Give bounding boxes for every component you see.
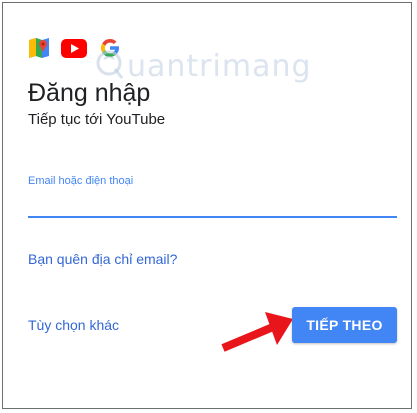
email-field-label: Email hoặc điện thoại bbox=[28, 175, 134, 187]
annotation-arrow-icon bbox=[221, 312, 293, 352]
email-input[interactable] bbox=[28, 193, 397, 215]
app-icons-row bbox=[29, 37, 121, 59]
email-field-underline bbox=[28, 216, 397, 218]
youtube-icon bbox=[61, 38, 87, 58]
google-maps-icon bbox=[29, 37, 49, 59]
page-title: Đăng nhập bbox=[28, 79, 151, 107]
login-card: uantrimang Đăng nhập Tiếp tục tới YouTub… bbox=[2, 2, 412, 409]
next-button[interactable]: TIẾP THEO bbox=[292, 307, 397, 343]
watermark-text: uantrimang bbox=[127, 49, 312, 84]
google-g-icon bbox=[99, 37, 121, 59]
email-field[interactable]: Email hoặc điện thoại bbox=[28, 173, 397, 219]
forgot-email-link[interactable]: Bạn quên địa chỉ email? bbox=[28, 251, 177, 268]
page-subtitle: Tiếp tục tới YouTube bbox=[28, 111, 166, 128]
more-options-link[interactable]: Tùy chọn khác bbox=[28, 317, 119, 334]
